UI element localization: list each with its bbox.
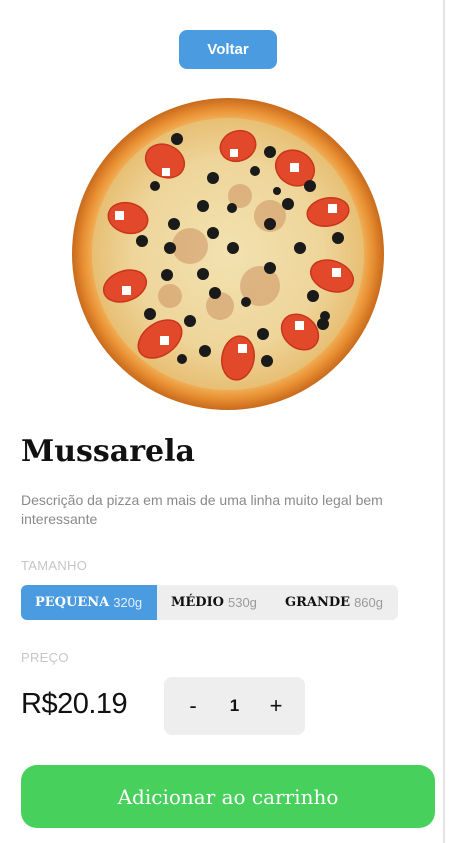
size-name: GRANDE [285,595,351,610]
size-name: PEQUENA [35,595,110,610]
add-to-cart-button[interactable]: Adicionar ao carrinho [21,765,435,828]
price-label: PREÇO [21,650,69,665]
increase-button[interactable]: + [269,693,283,719]
size-weight: 530g [227,595,257,610]
product-screen: Voltar Mussarela Descrição da pizza em m… [0,0,445,843]
size-label: TAMANHO [21,558,88,573]
size-option-medio[interactable]: MÉDIO 530g [157,585,271,620]
product-description: Descrição da pizza em mais de uma linha … [21,492,383,527]
price-value: R$20.19 [21,688,128,720]
quantity-value: 1 [229,696,240,715]
quantity-stepper: - 1 + [164,677,305,735]
product-title: Mussarela [21,434,195,469]
pizza-image [72,98,384,410]
size-selector: PEQUENA 320g MÉDIO 530g GRANDE 860g [21,585,398,620]
size-name: MÉDIO [171,595,224,610]
size-weight: 320g [113,595,143,610]
size-weight: 860g [354,595,383,610]
back-button[interactable]: Voltar [179,30,277,69]
size-option-pequena[interactable]: PEQUENA 320g [21,585,157,620]
decrease-button[interactable]: - [186,693,200,719]
size-option-grande[interactable]: GRANDE 860g [271,585,398,620]
